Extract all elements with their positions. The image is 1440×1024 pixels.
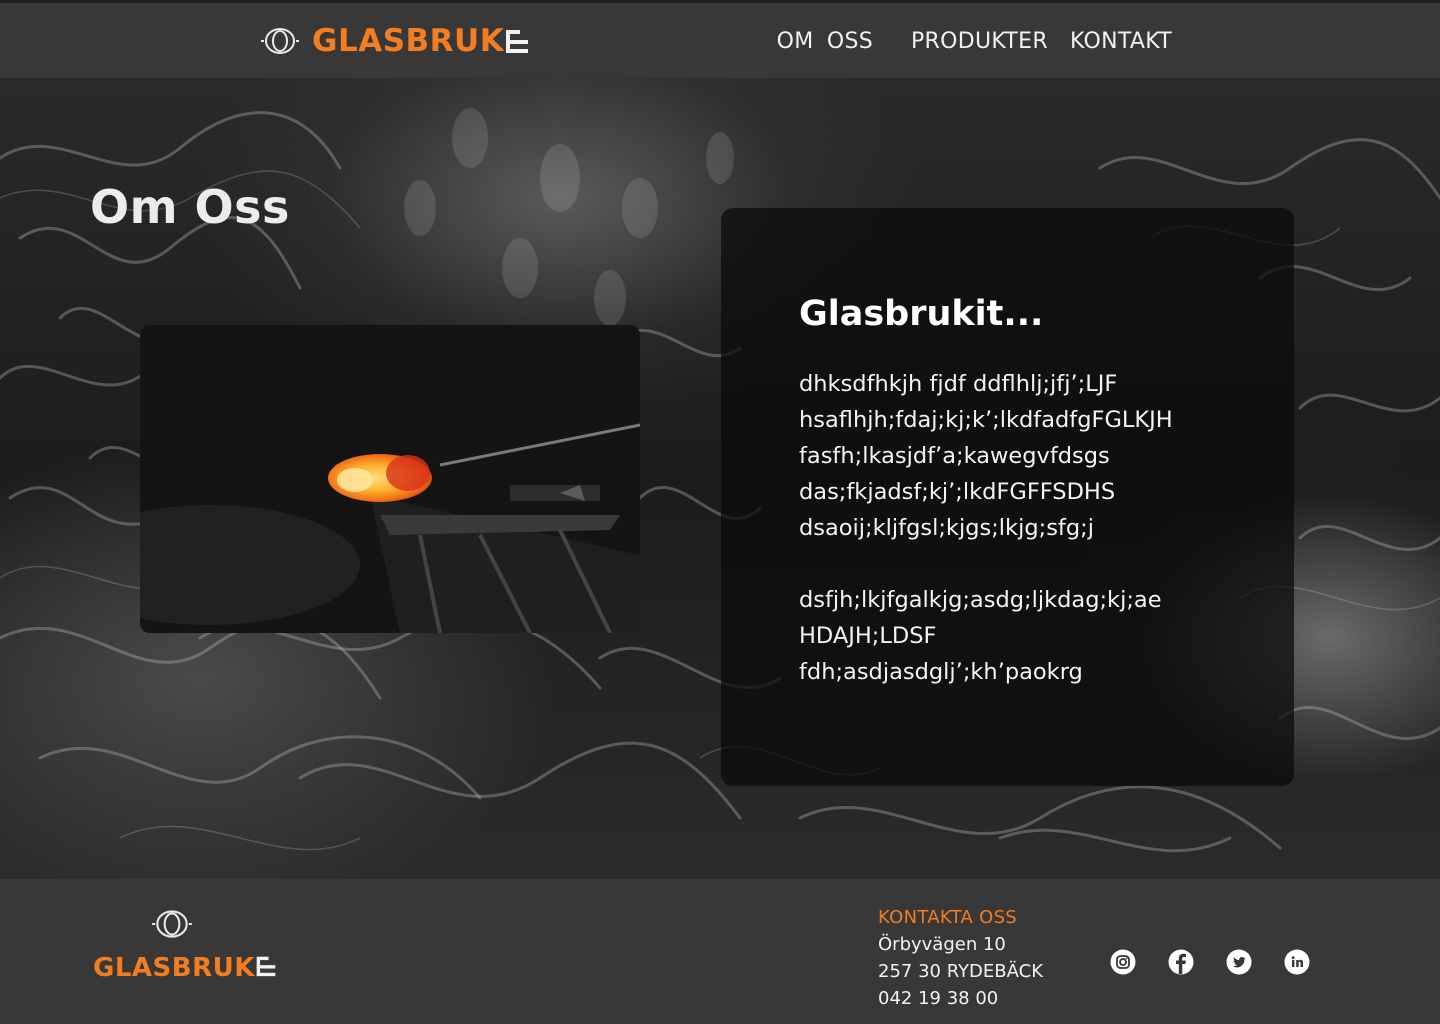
page-title: Om Oss: [90, 180, 290, 234]
glass-ring-logo-icon: [151, 909, 193, 943]
main-nav: OM OSS PRODUKTER KONTAKT: [777, 29, 1172, 54]
about-paragraph: dhksdfhkjh fjdf ddflhlj;jfj’;LJF hsaflhj…: [799, 371, 1173, 541]
header-logo[interactable]: GLASBRUK: [260, 23, 530, 59]
nav-kontakt[interactable]: KONTAKT: [1070, 29, 1172, 54]
glassblowing-photo: [140, 325, 640, 633]
about-paragraph: dsfjh;lkjfgalkjg;asdg;ljkdag;kj;ae HDAJH…: [799, 587, 1162, 685]
footer-logo[interactable]: GLASBRUK: [93, 909, 276, 989]
hero-section: Om Oss Glasbrukit... dhksdfhkjh fjdf ddf…: [0, 78, 1440, 879]
brand-wordmark: GLASBRUK: [312, 23, 505, 59]
about-card: Glasbrukit... dhksdfhkjh fjdf ddflhlj;jf…: [721, 208, 1294, 786]
contact-info: KONTAKTA OSS Örbyvägen 10 257 30 RYDEBÄC…: [878, 904, 1043, 1012]
about-card-title: Glasbrukit...: [799, 294, 1044, 334]
instagram-icon[interactable]: [1110, 949, 1136, 975]
facebook-icon[interactable]: [1168, 949, 1194, 975]
twitter-icon[interactable]: [1226, 949, 1252, 975]
social-links: [1110, 949, 1310, 975]
brand-wordmark-tail-icon: [255, 955, 277, 981]
glass-ring-logo-icon: [260, 27, 300, 55]
brand-wordmark: GLASBRUK: [93, 953, 255, 983]
site-header: GLASBRUK OM OSS PRODUKTER KONTAKT: [0, 0, 1440, 78]
site-footer: GLASBRUK KONTAKTA OSS Örbyvägen 10 257 3…: [0, 879, 1440, 1024]
nav-produkter[interactable]: PRODUKTER: [911, 29, 1048, 54]
contact-heading: KONTAKTA OSS: [878, 907, 1018, 928]
brand-wordmark-tail-icon: [504, 28, 530, 54]
address-postal: 257 30 RYDEBÄCK: [878, 961, 1044, 982]
about-card-body: dhksdfhkjh fjdf ddflhlj;jfj’;LJF hsaflhj…: [799, 366, 1269, 690]
address-street: Örbyvägen 10: [878, 934, 1006, 955]
phone-number: 042 19 38 00: [878, 988, 999, 1009]
linkedin-icon[interactable]: [1284, 949, 1310, 975]
nav-om-oss[interactable]: OM OSS: [777, 29, 873, 54]
